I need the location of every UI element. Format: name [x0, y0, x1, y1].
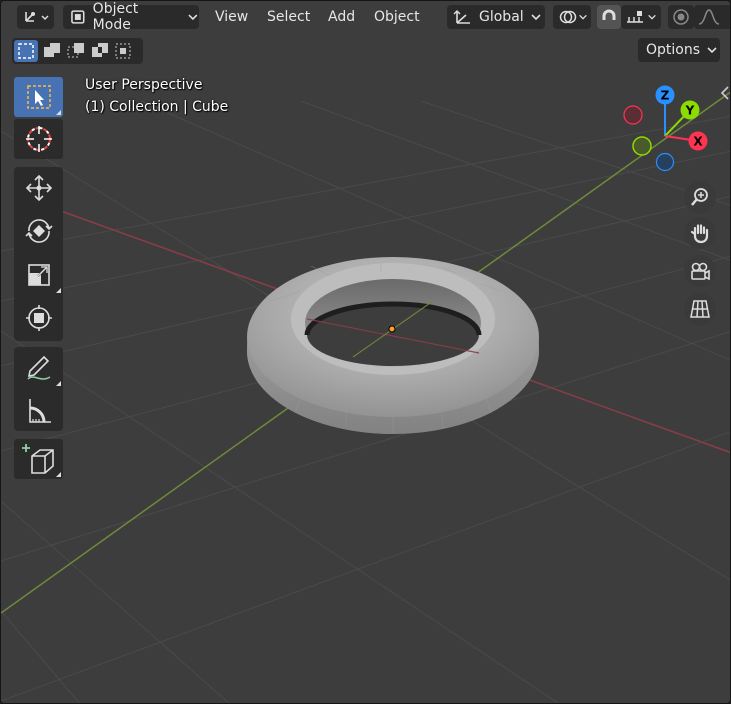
- mode-dropdown[interactable]: Object Mode: [63, 1, 199, 33]
- object-mode-icon: [71, 10, 85, 24]
- axes-editor-icon: [24, 12, 49, 22]
- navigation-gizmo[interactable]: Z Y X: [613, 79, 713, 179]
- tool-options-indicator: [56, 381, 61, 386]
- chevron-down-icon: [531, 14, 541, 21]
- camera-view-button[interactable]: [684, 255, 716, 287]
- tool-transform[interactable]: [14, 298, 63, 338]
- transform-icon: [25, 305, 52, 331]
- zoom-button[interactable]: [684, 181, 716, 213]
- tool-select-box[interactable]: [14, 77, 63, 117]
- collection-label: (1) Collection | Cube: [85, 99, 229, 115]
- measure-icon: [28, 399, 51, 423]
- gizmo-neg-z[interactable]: [655, 152, 675, 172]
- menu-select[interactable]: Select: [267, 5, 310, 29]
- object-origin: [388, 325, 396, 333]
- snap-toggle[interactable]: [597, 5, 621, 29]
- select-box-icon: [26, 85, 51, 109]
- falloff-curve-icon: [698, 9, 720, 25]
- pivot-point-dropdown[interactable]: [553, 5, 591, 29]
- select-extend-icon[interactable]: [40, 40, 64, 62]
- snap-target-dropdown[interactable]: [621, 5, 661, 29]
- annotate-icon: [26, 355, 50, 380]
- tool-add-cube[interactable]: [14, 439, 63, 479]
- rotate-icon: [24, 219, 53, 243]
- scale-icon: [27, 264, 50, 286]
- gizmo-neg-y[interactable]: [632, 136, 652, 156]
- gizmo-y-label: Y: [685, 104, 695, 118]
- move-icon: [25, 174, 52, 202]
- gizmo-z-label: Z: [661, 89, 670, 103]
- tool-options-indicator: [56, 110, 61, 115]
- editor-type-button[interactable]: [17, 5, 54, 29]
- tool-move[interactable]: [14, 168, 63, 208]
- menu-object[interactable]: Object: [374, 5, 420, 29]
- pan-button[interactable]: [684, 217, 716, 249]
- add-cube-icon: [21, 444, 54, 474]
- chevron-down-icon: [707, 47, 717, 54]
- tool-scale[interactable]: [14, 255, 63, 295]
- tool-options-indicator: [56, 472, 61, 477]
- menu-view[interactable]: View: [215, 5, 248, 29]
- zoom-icon: [691, 188, 708, 206]
- select-new-icon: [18, 43, 34, 59]
- gizmo-x-label: X: [693, 135, 703, 149]
- select-difference-icon[interactable]: [88, 40, 112, 62]
- chevron-down-icon: [579, 14, 587, 20]
- falloff-dropdown[interactable]: [694, 5, 730, 29]
- options-dropdown[interactable]: Options: [638, 38, 720, 62]
- tool-measure[interactable]: [14, 391, 63, 431]
- snap-increment-icon: [627, 11, 643, 23]
- chevron-down-icon: [188, 14, 198, 21]
- pivot-icon: [559, 10, 577, 24]
- select-intersect-icon[interactable]: [112, 40, 136, 62]
- gizmo-neg-x[interactable]: [623, 105, 643, 125]
- hand-icon: [690, 224, 709, 244]
- transform-orientation-dropdown[interactable]: Global: [447, 5, 545, 29]
- orientation-icon: [453, 10, 470, 24]
- selection-mode-group: [12, 38, 143, 64]
- torus-object[interactable]: [247, 257, 539, 434]
- orientation-label: Global: [479, 9, 524, 25]
- cursor-icon: [25, 126, 52, 152]
- 3d-viewport[interactable]: Object Mode View Select Add Object Globa…: [0, 0, 731, 704]
- viewport-header: Object Mode View Select Add Object Globa…: [1, 1, 730, 35]
- perspective-label: User Perspective: [85, 77, 203, 93]
- perspective-grid-icon: [690, 300, 710, 318]
- tool-cursor[interactable]: [14, 119, 63, 159]
- perspective-toggle-button[interactable]: [684, 293, 716, 325]
- select-subtract-icon[interactable]: [64, 40, 88, 62]
- options-label: Options: [646, 42, 701, 58]
- tool-options-indicator: [56, 288, 61, 293]
- sidebar-toggle-icon[interactable]: [719, 85, 731, 101]
- tool-annotate[interactable]: [14, 348, 63, 388]
- select-new-button[interactable]: [14, 40, 38, 62]
- proportional-edit-icon: [673, 9, 689, 25]
- menu-add[interactable]: Add: [328, 5, 355, 29]
- camera-icon: [691, 262, 710, 281]
- tool-rotate[interactable]: [14, 211, 63, 251]
- magnet-icon: [602, 9, 616, 20]
- chevron-down-icon: [648, 14, 656, 20]
- proportional-edit-toggle[interactable]: [668, 5, 694, 29]
- mode-label: Object Mode: [92, 1, 139, 33]
